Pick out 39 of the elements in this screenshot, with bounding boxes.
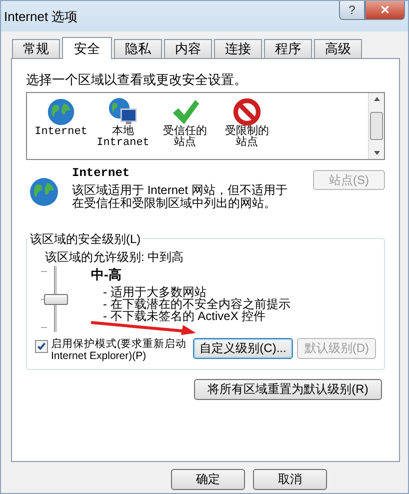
window-title: Internet 选项 <box>4 8 78 26</box>
zone-label[interactable]: 站点 <box>174 138 196 149</box>
allowed-level-text: 该区域的允许级别: 中到高 <box>45 249 185 266</box>
ok-button[interactable]: 确定 <box>171 469 245 490</box>
tab[interactable]: 连接 <box>214 39 262 58</box>
instruction-text: 选择一个区域以查看或更改安全设置。 <box>26 71 248 89</box>
zone-description: 该区域适用于 Internet 网站，但不适用于 <box>72 184 288 197</box>
custom-level-button[interactable]: 自定义级别(C)... <box>192 338 294 359</box>
level-description: - 不下载未签名的 ActiveX 控件 <box>103 310 266 322</box>
level-description: - 在下载潜在的不安全内容之前提示 <box>103 298 290 310</box>
slider-thumb[interactable] <box>44 294 68 305</box>
tab[interactable]: 程序 <box>264 39 312 58</box>
checkbox-label[interactable]: 启用保护模式(要求重新启动 <box>51 338 186 350</box>
tab[interactable]: 高级 <box>314 39 362 58</box>
reset-all-zones-button[interactable]: 将所有区域重置为默认级别(R) <box>194 379 382 400</box>
zone-title: Internet <box>72 166 131 180</box>
security-slider[interactable] <box>39 266 71 332</box>
scrollbar[interactable] <box>368 93 384 159</box>
level-name: 中-高 <box>91 266 122 284</box>
zone-label[interactable]: 站点 <box>236 138 258 149</box>
zone-description: 在受信任和受限制区域中列出的网站。 <box>72 197 277 210</box>
scroll-down-icon[interactable] <box>372 149 380 157</box>
tab[interactable]: 隐私 <box>114 39 162 58</box>
cancel-button[interactable]: 取消 <box>253 469 327 490</box>
globe-icon <box>28 176 60 208</box>
globe-icon[interactable] <box>46 97 76 127</box>
level-description: - 适用于大多数网站 <box>103 286 206 298</box>
scroll-up-icon[interactable] <box>372 95 380 103</box>
zone-label[interactable]: 本地 <box>112 127 134 138</box>
zone-label[interactable]: Intranet <box>96 138 150 149</box>
tab[interactable]: 安全 <box>62 37 112 59</box>
zone-label[interactable]: Internet <box>34 127 88 138</box>
globe-monitor-icon[interactable] <box>108 97 138 127</box>
group-legend: 该区域的安全级别(L) <box>28 231 143 248</box>
checkbox[interactable] <box>35 340 48 353</box>
tab[interactable]: 内容 <box>164 39 212 58</box>
checkbox-label[interactable]: Internet Explorer)(P) <box>51 350 146 362</box>
tab[interactable]: 常规 <box>12 39 60 58</box>
help-button[interactable]: ? <box>339 1 365 20</box>
